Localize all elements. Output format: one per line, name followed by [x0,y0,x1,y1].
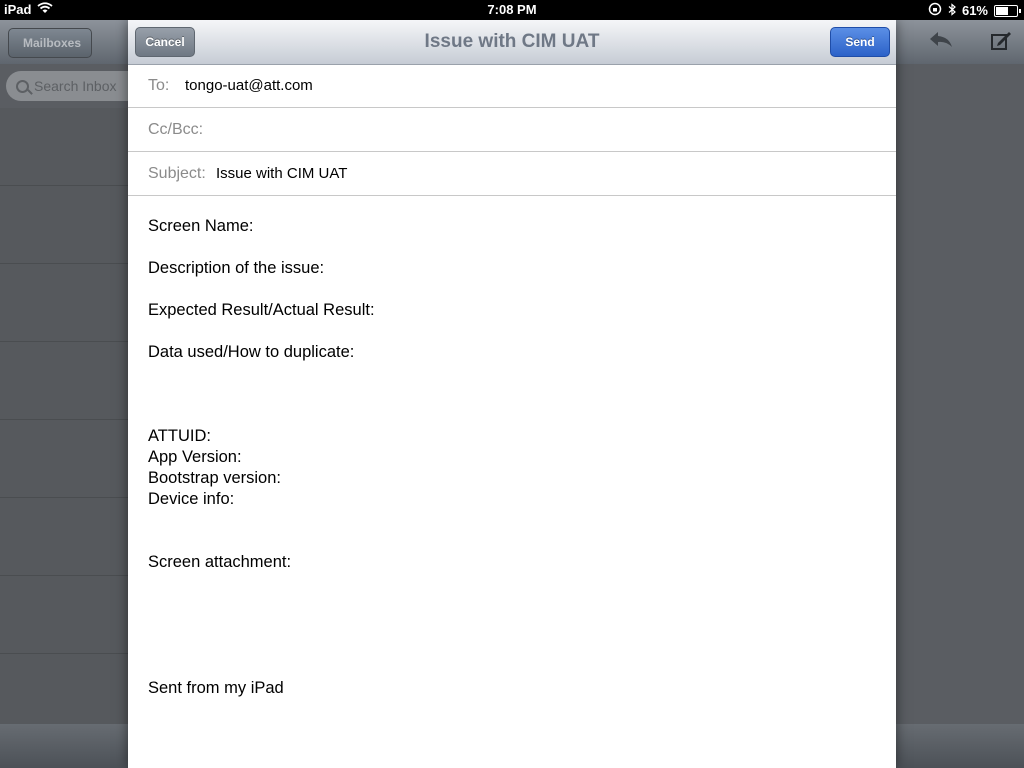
ccbcc-label: Cc/Bcc: [148,121,204,138]
body-line [148,657,868,678]
compose-sheet: Issue with CIM UAT Cancel Send To: tongo… [128,20,896,768]
body-line: Bootstrap version: [148,469,281,487]
body-line [148,636,868,657]
body-line [148,531,868,552]
compose-icon [990,30,1012,58]
list-item [0,576,128,654]
list-item [0,186,128,264]
list-item [0,342,128,420]
body-line [148,363,868,384]
to-label: To: [148,77,170,94]
reply-icon [928,30,954,58]
body-line: Description of the issue: [148,259,325,277]
message-list [0,108,128,726]
to-field[interactable]: To: tongo-uat@att.com [128,64,896,108]
list-item [0,498,128,576]
body-line: Device info: [148,490,235,508]
mailboxes-button: Mailboxes [8,28,93,58]
bluetooth-icon [948,2,956,19]
body-line: Sent from my iPad [148,679,284,697]
body-line: Data used/How to duplicate: [148,343,355,361]
status-time: 7:08 PM [487,2,537,17]
send-button[interactable]: Send [830,27,890,57]
body-line: Expected Result/Actual Result: [148,301,375,319]
body-line: ATTUID: [148,427,211,445]
subject-value[interactable]: Issue with CIM UAT [216,152,347,195]
body-line [148,594,868,615]
rotation-lock-icon [928,2,942,19]
background-toolbar-icons [928,30,1012,58]
compose-navbar: Issue with CIM UAT Cancel Send [128,20,896,65]
battery-icon [994,4,1021,17]
search-placeholder: Search Inbox [34,78,117,94]
search-icon [16,80,29,93]
subject-label: Subject: [148,165,206,182]
body-line: App Version: [148,448,242,466]
list-item [0,264,128,342]
cancel-button[interactable]: Cancel [135,27,195,57]
body-line [148,405,868,426]
message-body[interactable]: Screen Name: Description of the issue: Exp… [148,216,868,699]
to-recipient[interactable]: tongo-uat@att.com [185,64,313,107]
status-bar: iPad 7:08 PM 61% [0,0,1024,20]
list-item [0,420,128,498]
body-line: Screen Name: [148,217,254,235]
body-line [148,237,868,258]
body-line [148,384,868,405]
list-item [0,108,128,186]
body-line [148,510,868,531]
battery-percent: 61% [961,3,988,18]
subject-field[interactable]: Subject: Issue with CIM UAT [128,152,896,196]
body-line: Screen attachment: [148,553,292,571]
body-line [148,279,868,300]
body-line [148,573,868,594]
ccbcc-field[interactable]: Cc/Bcc: [128,108,896,152]
body-line [148,321,868,342]
compose-title: Issue with CIM UAT [424,31,600,52]
body-line [148,615,868,636]
